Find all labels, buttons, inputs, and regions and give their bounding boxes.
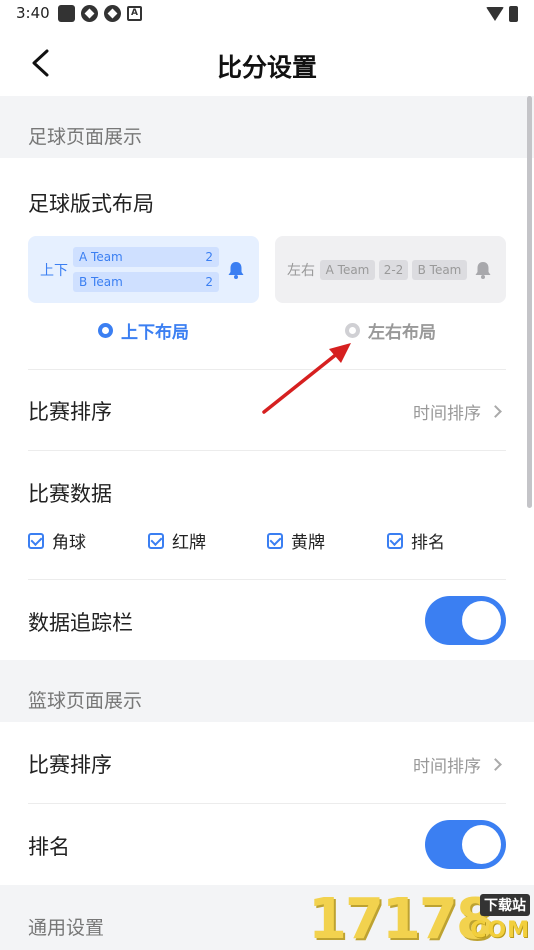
scrollbar[interactable] [527,96,532,508]
sync-icon [81,5,98,22]
checkbox-checked-icon [387,532,403,549]
status-bar: 3:40 A [0,0,534,28]
checkbox-red-card[interactable]: 红牌 [148,528,206,553]
radio-label: 左右布局 [368,323,436,343]
chevron-right-icon [489,405,502,418]
team-score: 2 [205,250,213,264]
checkbox-label: 黄牌 [291,533,325,553]
checkbox-label: 角球 [52,533,86,553]
sort-label: 比赛排序 [28,753,112,777]
checkbox-checked-icon [148,532,164,549]
team-name: A Team [79,250,123,264]
checkbox-yellow-card[interactable]: 黄牌 [267,528,325,553]
checkbox-checked-icon [267,532,283,549]
watermark-suffix: COM [470,918,530,943]
section-header-football: 足球页面展示 [0,96,534,158]
match-data-label: 比赛数据 [28,482,112,506]
layout-title: 足球版式布局 [28,192,154,216]
layout-label: 左右 [287,263,315,279]
sort-value: 时间排序 [413,399,502,424]
team-row-b: B Team 2 [73,272,219,292]
layout-option-vertical[interactable]: 上下 A Team 2 B Team 2 [28,236,259,303]
sort-label: 比赛排序 [28,400,112,424]
toggle-knob [462,601,501,640]
annotation-arrow-icon [262,343,351,414]
sort-value-text: 时间排序 [413,757,481,777]
tracker-toggle[interactable] [425,596,506,645]
notification-icons: A [58,5,142,22]
team-name: B Team [79,275,123,289]
toggle-knob [462,825,501,864]
radio-selected-icon [98,323,113,338]
section-title: 通用设置 [28,917,105,939]
checkbox-checked-icon [28,532,44,549]
system-icons [486,6,518,22]
bell-icon [475,262,491,279]
battery-icon [509,6,518,22]
section-header-basketball: 篮球页面展示 [0,660,534,722]
sort-value: 时间排序 [413,752,502,777]
divider [28,803,506,804]
section-title: 篮球页面展示 [28,690,143,712]
watermark-logo: 17178 下载站 COM [308,890,534,950]
wifi-icon [486,7,504,21]
layout-label: 上下 [40,263,68,279]
checkbox-ranking[interactable]: 排名 [387,528,445,553]
app-notification-icon [58,5,75,22]
team-row-a: A Team 2 [73,247,219,267]
tracker-label: 数据追踪栏 [28,611,133,635]
chevron-right-icon [489,758,502,771]
a-app-icon: A [127,6,142,21]
layout-option-horizontal[interactable]: 左右 A Team 2-2 B Team [275,236,506,303]
divider [28,579,506,580]
ranking-label: 排名 [28,835,70,859]
sort-value-text: 时间排序 [413,404,481,424]
watermark-tag: 下载站 [480,894,530,916]
checkbox-label: 排名 [411,533,445,553]
watermark-digits: 17178 [308,887,495,950]
basketball-settings-card: 比赛排序 时间排序 排名 [0,722,534,885]
status-time: 3:40 [16,4,50,22]
score-chip: 2-2 [379,260,408,280]
team-chip-b: B Team [412,260,467,280]
sync-icon-2 [104,5,121,22]
basketball-sort-row[interactable]: 比赛排序 时间排序 [0,722,534,803]
bell-icon [228,262,244,279]
ranking-toggle[interactable] [425,820,506,869]
radio-vertical-layout[interactable]: 上下布局 [98,318,189,343]
radio-label: 上下布局 [121,323,189,343]
divider [28,450,506,451]
match-data-options: 角球 红牌 黄牌 排名 [28,528,508,558]
section-title: 足球页面展示 [28,126,143,148]
checkbox-label: 红牌 [172,533,206,553]
page-title: 比分设置 [216,53,317,82]
screen: 3:40 A 比分设置 足球页面展示 足球版式布局 上下 A Team 2 B … [0,0,534,950]
team-score: 2 [205,275,213,289]
checkbox-corner[interactable]: 角球 [28,528,86,553]
team-chip-a: A Team [320,260,375,280]
header: 比分设置 [0,28,534,96]
